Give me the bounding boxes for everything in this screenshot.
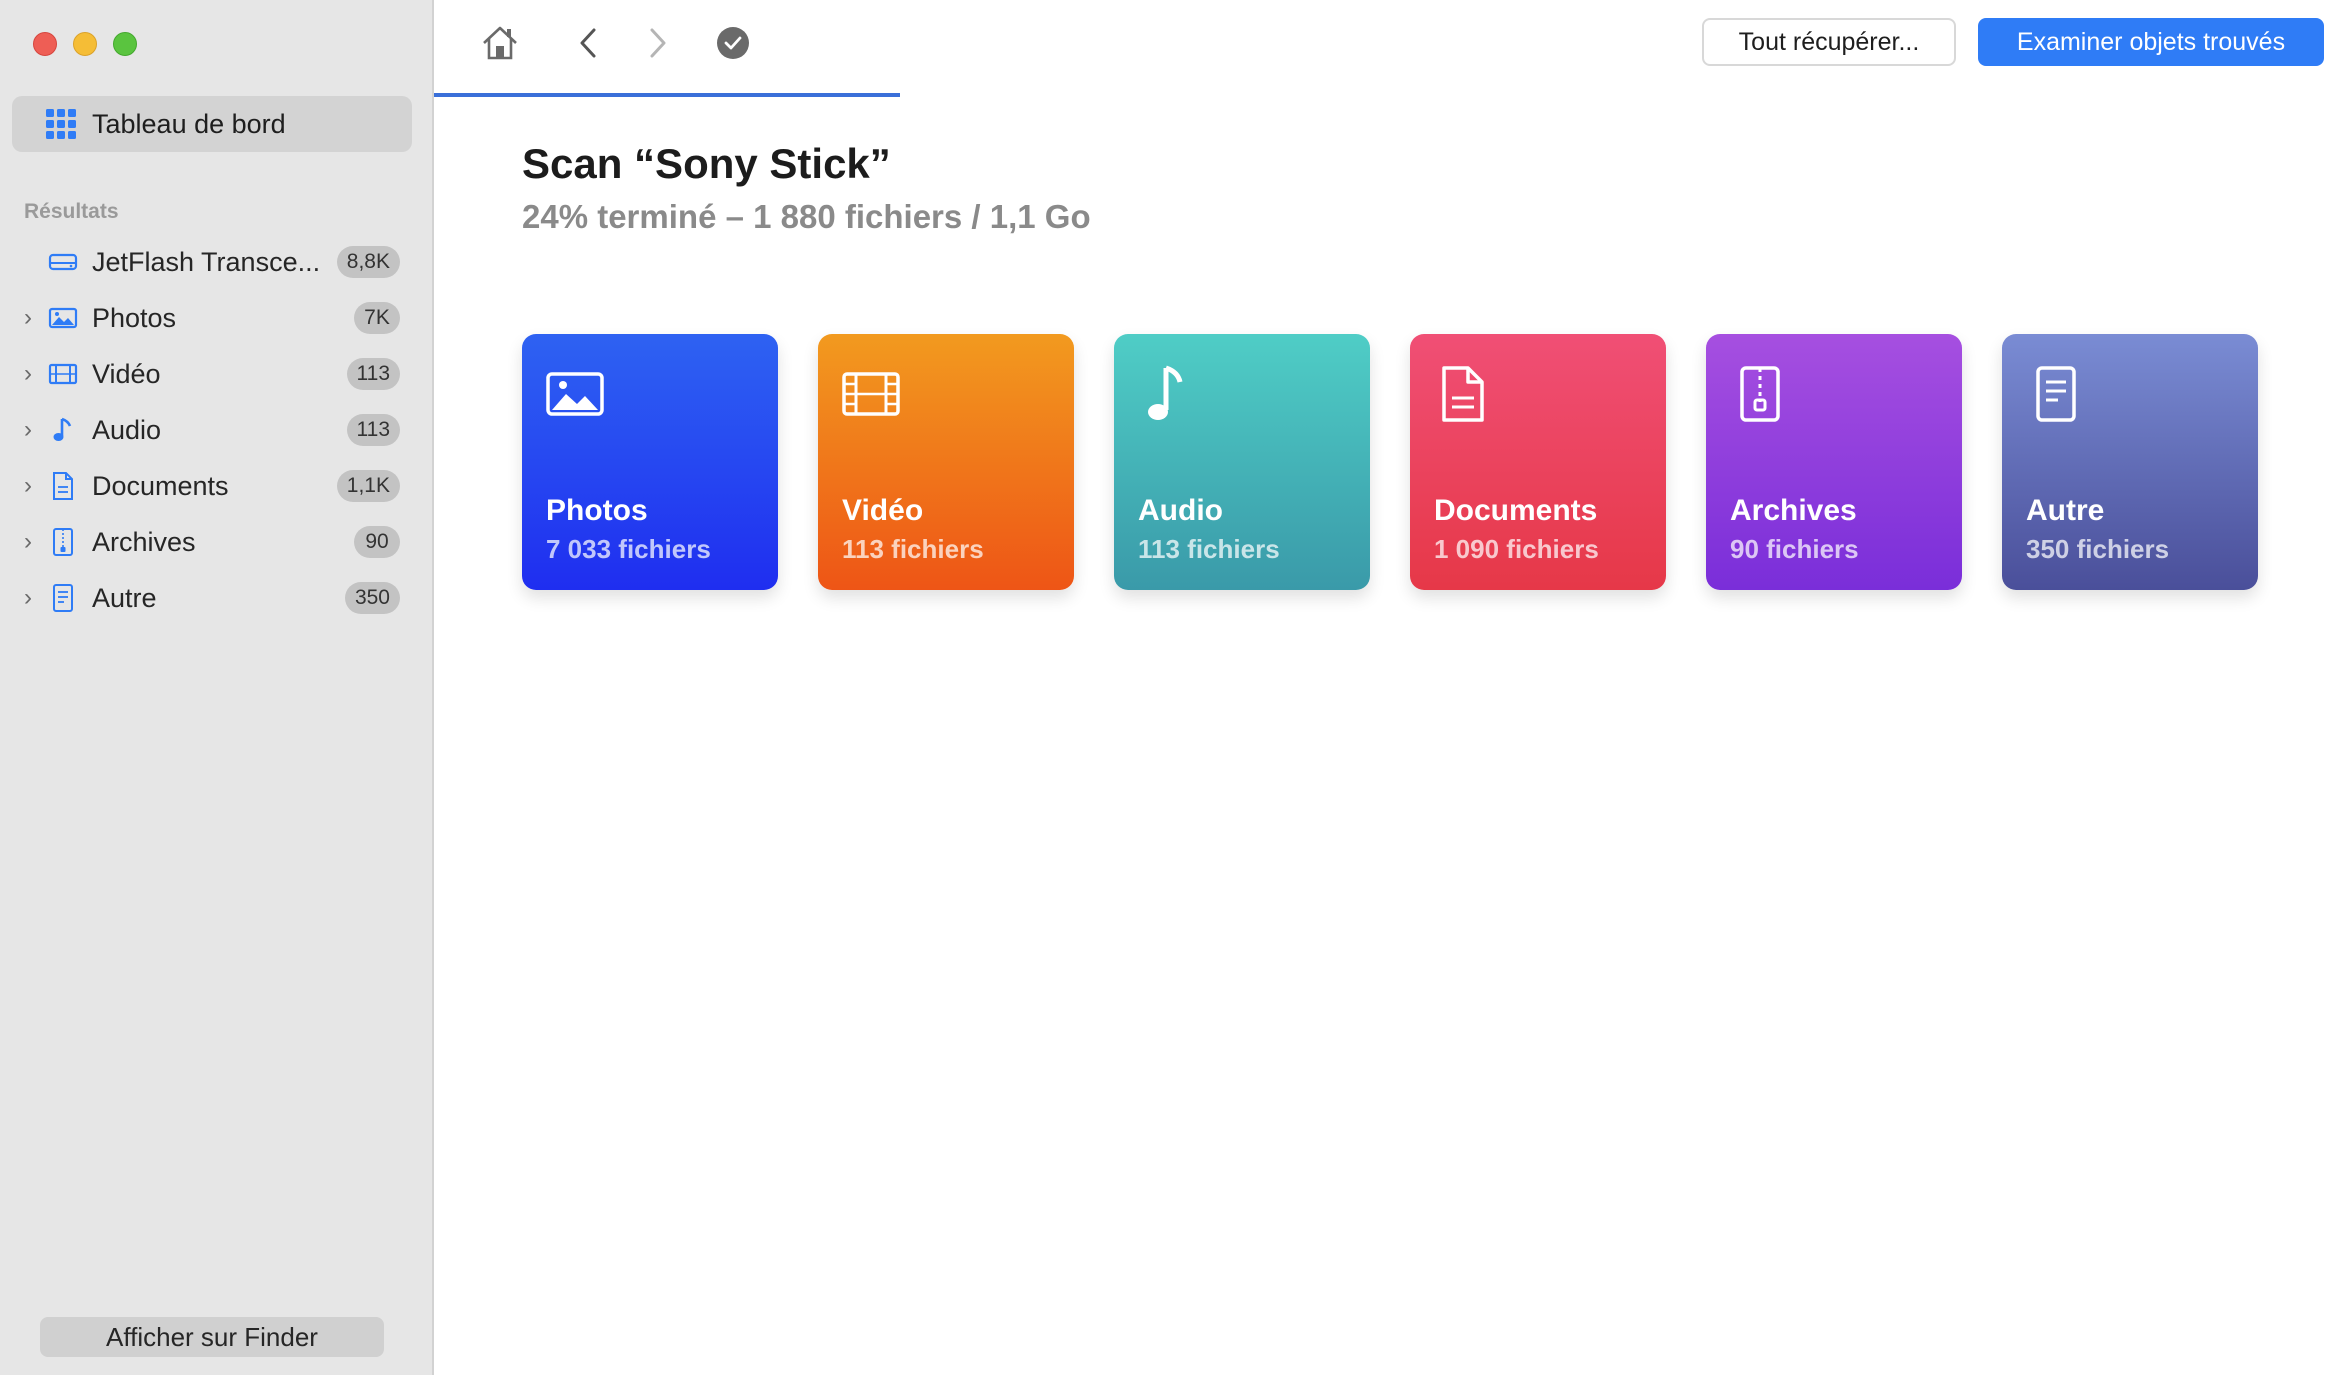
window-controls <box>33 32 137 56</box>
card-count: 90 fichiers <box>1730 534 1859 564</box>
chevron-right-icon[interactable]: › <box>20 530 36 554</box>
card-title: Audio <box>1138 494 1223 527</box>
other-file-icon <box>2036 366 2076 422</box>
chevron-right-icon[interactable]: › <box>20 362 36 386</box>
chevron-right-icon[interactable]: › <box>20 306 36 330</box>
sidebar-item-photos[interactable]: › Photos 7K <box>0 290 434 346</box>
sidebar-item-label: Autre <box>92 582 157 613</box>
forward-icon[interactable] <box>646 24 670 62</box>
category-cards: Photos 7 033 fichiers Vidéo 113 fichiers… <box>522 334 2258 590</box>
card-archives[interactable]: Archives 90 fichiers <box>1706 334 1962 590</box>
chevron-right-icon[interactable]: › <box>20 418 36 442</box>
sidebar-item-dashboard[interactable]: Tableau de bord <box>12 96 412 152</box>
card-count: 350 fichiers <box>2026 534 2170 564</box>
photo-icon <box>48 303 78 333</box>
home-icon[interactable] <box>480 24 520 62</box>
sidebar-item-video[interactable]: › Vidéo 113 <box>0 346 434 402</box>
sidebar-item-label: JetFlash Transce... <box>92 246 321 277</box>
card-count: 113 fichiers <box>1138 534 1280 564</box>
minimize-window-button[interactable] <box>73 32 97 56</box>
card-count: 1 090 fichiers <box>1434 534 1599 564</box>
section-title-results: Résultats <box>24 200 119 223</box>
card-title: Autre <box>2026 494 2105 527</box>
results-list: JetFlash Transce... 8,8K › Photos 7K › V… <box>0 234 434 626</box>
scan-status: 24% terminé – 1 880 fichiers / 1,1 Go <box>522 198 1091 235</box>
film-icon <box>48 359 78 389</box>
review-found-items-button[interactable]: Examiner objets trouvés <box>1978 18 2324 66</box>
back-icon[interactable] <box>576 24 600 62</box>
toolbar: Tout récupérer... Examiner objets trouvé… <box>434 0 2344 97</box>
card-count: 7 033 fichiers <box>546 534 711 564</box>
sidebar-item-audio[interactable]: › Audio 113 <box>0 402 434 458</box>
music-note-icon <box>1148 365 1183 420</box>
scan-progress-bar <box>434 93 900 97</box>
grid-icon <box>46 109 76 139</box>
film-icon <box>842 372 900 416</box>
other-file-icon <box>48 583 78 613</box>
document-icon <box>1442 366 1484 422</box>
card-video[interactable]: Vidéo 113 fichiers <box>818 334 1074 590</box>
card-title: Documents <box>1434 494 1598 527</box>
count-badge: 1,1K <box>336 470 400 502</box>
sidebar: Tableau de bord Résultats JetFlash Trans… <box>0 0 434 1375</box>
sidebar-item-label: Photos <box>92 302 177 333</box>
card-photos[interactable]: Photos 7 033 fichiers <box>522 334 778 590</box>
chevron-right-icon[interactable]: › <box>20 474 36 498</box>
close-window-button[interactable] <box>33 32 57 56</box>
sidebar-item-label: Documents <box>92 470 229 501</box>
page-title: Scan “Sony Stick” <box>522 140 891 187</box>
drive-icon <box>48 247 78 277</box>
checkmark-icon[interactable] <box>716 24 750 62</box>
count-badge: 350 <box>344 582 400 614</box>
zoom-window-button[interactable] <box>113 32 137 56</box>
card-audio[interactable]: Audio 113 fichiers <box>1114 334 1370 590</box>
sidebar-item-label: Tableau de bord <box>92 108 286 139</box>
sidebar-item-other[interactable]: › Autre 350 <box>0 570 434 626</box>
archive-icon <box>48 527 78 557</box>
document-icon <box>48 471 78 501</box>
count-badge: 113 <box>346 358 400 390</box>
show-in-finder-button[interactable]: Afficher sur Finder <box>40 1317 384 1357</box>
photo-icon <box>546 372 604 416</box>
archive-icon <box>1740 366 1780 422</box>
card-title: Vidéo <box>842 494 924 527</box>
main-content: Tout récupérer... Examiner objets trouvé… <box>434 0 2344 1375</box>
sidebar-item-jetflash[interactable]: JetFlash Transce... 8,8K <box>0 234 434 290</box>
card-title: Photos <box>546 494 648 527</box>
count-badge: 7K <box>354 302 400 334</box>
card-other[interactable]: Autre 350 fichiers <box>2002 334 2258 590</box>
recover-all-button[interactable]: Tout récupérer... <box>1702 18 1956 66</box>
chevron-right-icon[interactable]: › <box>20 586 36 610</box>
card-title: Archives <box>1730 494 1857 527</box>
app-window: Tableau de bord Résultats JetFlash Trans… <box>0 0 2344 1375</box>
sidebar-item-label: Archives <box>92 526 196 557</box>
card-count: 113 fichiers <box>842 534 984 564</box>
sidebar-item-archives[interactable]: › Archives 90 <box>0 514 434 570</box>
music-note-icon <box>48 415 78 445</box>
count-badge: 113 <box>346 414 400 446</box>
count-badge: 90 <box>354 526 400 558</box>
sidebar-item-label: Audio <box>92 414 162 445</box>
sidebar-item-label: Vidéo <box>92 358 161 389</box>
card-documents[interactable]: Documents 1 090 fichiers <box>1410 334 1666 590</box>
sidebar-item-documents[interactable]: › Documents 1,1K <box>0 458 434 514</box>
count-badge: 8,8K <box>336 246 400 278</box>
